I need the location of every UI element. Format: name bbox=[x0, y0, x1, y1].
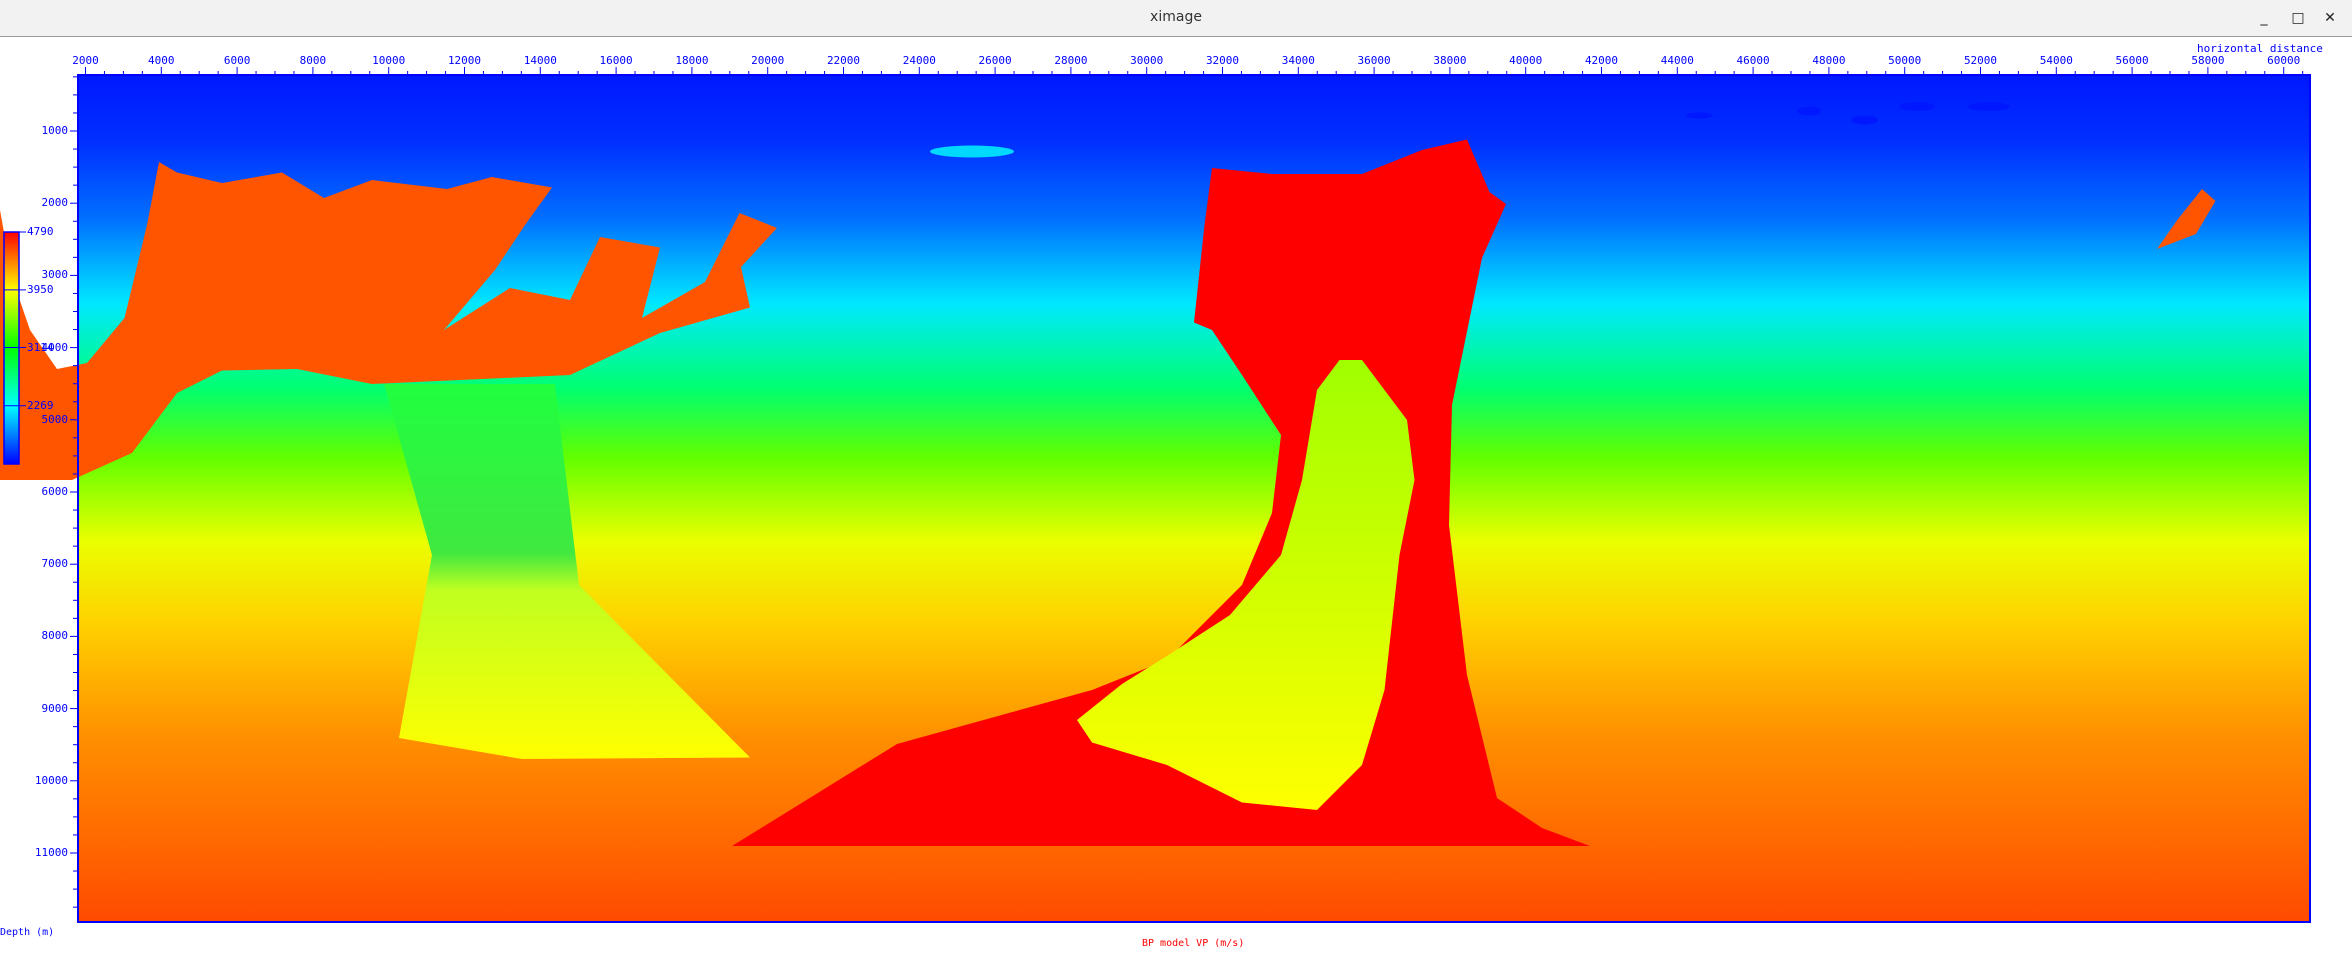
x-tick-label: 58000 bbox=[2191, 54, 2225, 67]
x-tick-label: 46000 bbox=[1736, 54, 1770, 67]
x-tick-label: 8000 bbox=[299, 54, 327, 67]
y-axis-label: Depth (m) bbox=[0, 927, 55, 938]
y-tick-label: 6000 bbox=[41, 485, 69, 498]
x-tick-label: 18000 bbox=[675, 54, 709, 67]
x-tick-label: 24000 bbox=[902, 54, 936, 67]
velocity-model-image bbox=[0, 67, 2311, 923]
x-tick-label: 6000 bbox=[223, 54, 251, 67]
colorbar-tick-label: 3114 bbox=[27, 340, 54, 354]
y-tick-label: 1000 bbox=[41, 124, 69, 137]
x-tick-label: 44000 bbox=[1660, 54, 1694, 67]
plot-title: BP model VP (m/s) bbox=[1142, 938, 1245, 949]
x-tick-label: 48000 bbox=[1812, 54, 1846, 67]
low-velocity-lens bbox=[930, 145, 1014, 158]
x-tick-label: 34000 bbox=[1281, 54, 1315, 67]
x-axis bbox=[85, 67, 2304, 75]
low-velocity-lens bbox=[1851, 115, 1878, 125]
x-tick-label: 54000 bbox=[2039, 54, 2073, 67]
y-tick-label: 11000 bbox=[34, 846, 68, 859]
y-tick-label: 3000 bbox=[41, 268, 69, 282]
low-velocity-lens bbox=[1797, 106, 1821, 116]
x-tick-label: 40000 bbox=[1509, 54, 1543, 67]
y-tick-label: 8000 bbox=[41, 629, 69, 643]
x-tick-label: 16000 bbox=[599, 54, 633, 67]
x-tick-label: 20000 bbox=[751, 54, 785, 67]
x-tick-label: 28000 bbox=[1054, 54, 1088, 67]
y-axis bbox=[70, 76, 78, 908]
low-velocity-lens bbox=[1899, 102, 1935, 111]
x-tick-label: 56000 bbox=[2115, 54, 2149, 67]
x-tick-label: 10000 bbox=[372, 54, 406, 67]
x-tick-label: 22000 bbox=[826, 54, 861, 67]
colorbar-tick-label: 2269 bbox=[27, 398, 54, 412]
x-tick-label: 4000 bbox=[148, 54, 175, 67]
y-tick-label: 7000 bbox=[41, 557, 69, 571]
y-tick-label: 2000 bbox=[41, 196, 69, 210]
x-tick-label: 36000 bbox=[1357, 54, 1391, 67]
low-velocity-lens bbox=[1968, 102, 2010, 111]
x-tick-label: 42000 bbox=[1584, 54, 1619, 67]
x-tick-label: 52000 bbox=[1963, 54, 1998, 67]
low-velocity-lens bbox=[1686, 112, 1713, 119]
x-tick-label: 50000 bbox=[1888, 54, 1922, 67]
x-tick-label: 26000 bbox=[978, 54, 1012, 67]
x-tick-label: 32000 bbox=[1205, 54, 1240, 67]
x-tick-label: 2000 bbox=[72, 54, 99, 67]
x-tick-label: 60000 bbox=[2267, 54, 2301, 67]
colorbar-tick-label: 4790 bbox=[27, 225, 54, 238]
y-tick-label: 10000 bbox=[34, 773, 68, 787]
x-tick-label: 14000 bbox=[523, 54, 557, 67]
x-tick-label: 12000 bbox=[447, 54, 482, 67]
y-tick-label: 5000 bbox=[41, 412, 69, 426]
y-tick-label: 9000 bbox=[41, 701, 69, 715]
plot-area bbox=[0, 74, 2311, 923]
colorbar-tick-label: 3950 bbox=[27, 282, 54, 296]
x-tick-label: 38000 bbox=[1433, 54, 1467, 67]
x-tick-label: 30000 bbox=[1130, 54, 1164, 67]
